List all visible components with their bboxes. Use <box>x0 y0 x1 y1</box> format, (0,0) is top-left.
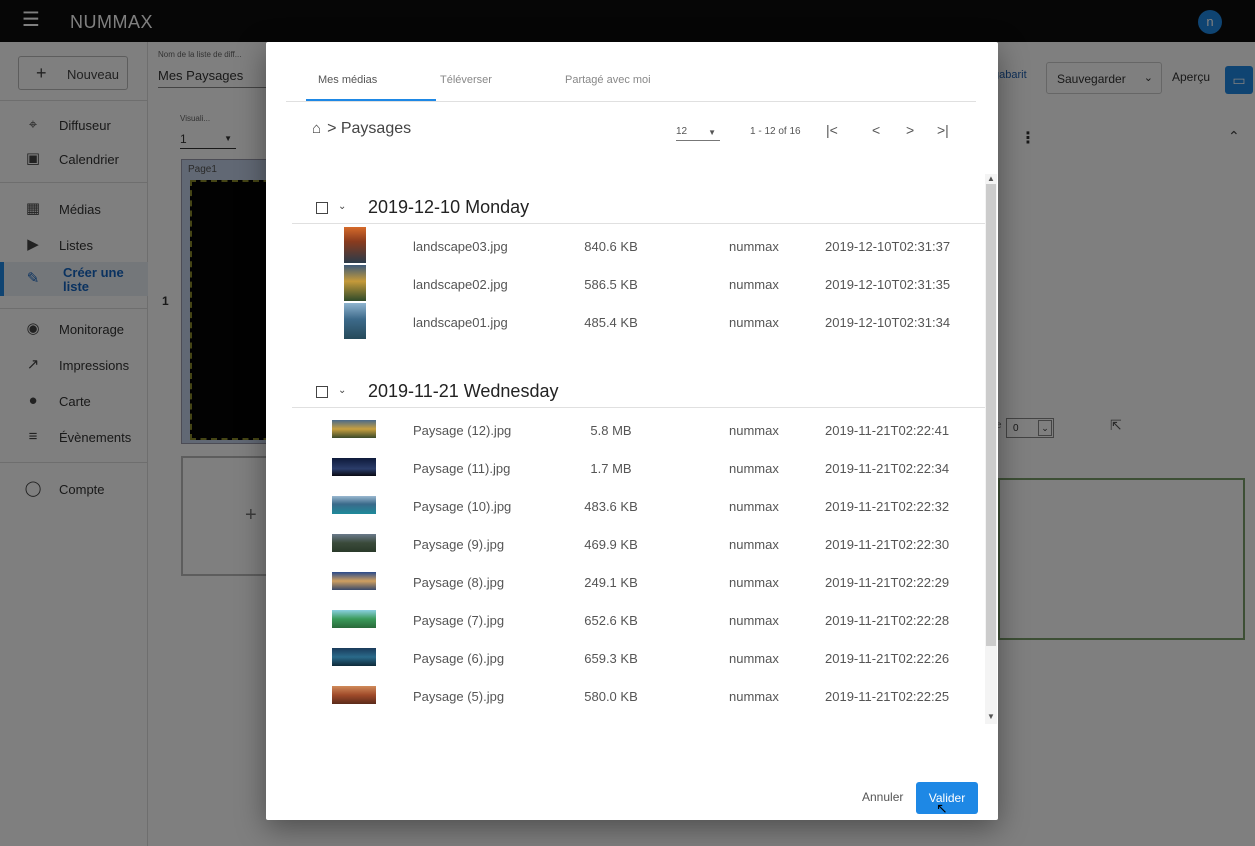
file-name: Paysage (8).jpg <box>413 575 505 590</box>
chevron-down-icon[interactable]: ⌄ <box>338 201 346 212</box>
file-size: 483.6 KB <box>584 499 638 514</box>
file-name: Paysage (9).jpg <box>413 537 505 552</box>
file-timestamp: 2019-11-21T02:22:41 <box>825 423 950 438</box>
file-name: landscape01.jpg <box>413 315 508 330</box>
file-name: landscape03.jpg <box>413 239 508 254</box>
thumbnail-image <box>332 458 376 476</box>
file-name: Paysage (7).jpg <box>413 613 505 628</box>
tab-bar: Mes médias Téléverser Partagé avec moi <box>286 42 976 102</box>
table-row[interactable]: Paysage (10).jpg 483.6 KB nummax 2019-11… <box>292 486 985 524</box>
per-page-select[interactable]: 12 ▼ <box>676 126 720 141</box>
mouse-cursor-icon: ↖ <box>936 800 948 816</box>
last-page-icon[interactable]: >| <box>937 122 949 138</box>
file-owner: nummax <box>729 277 779 292</box>
file-size: 469.9 KB <box>584 537 638 552</box>
file-owner: nummax <box>729 315 779 330</box>
home-icon[interactable]: ⌂ <box>312 120 321 137</box>
file-name: Paysage (5).jpg <box>413 689 505 704</box>
breadcrumb-separator: > <box>327 120 341 137</box>
table-row[interactable]: Paysage (12).jpg 5.8 MB nummax 2019-11-2… <box>292 410 985 448</box>
per-page-value: 12 <box>676 126 688 137</box>
file-owner: nummax <box>729 499 779 514</box>
file-timestamp: 2019-11-21T02:22:29 <box>825 575 950 590</box>
table-row[interactable]: Paysage (8).jpg 249.1 KB nummax 2019-11-… <box>292 562 985 600</box>
table-row[interactable]: landscape01.jpg 485.4 KB nummax 2019-12-… <box>292 302 985 340</box>
group-header: ⌄ 2019-11-21 Wednesday <box>292 368 985 408</box>
breadcrumb-folder[interactable]: Paysages <box>341 120 411 137</box>
tab-partage[interactable]: Partagé avec moi <box>565 74 651 86</box>
file-name: Paysage (12).jpg <box>413 423 512 438</box>
file-timestamp: 2019-12-10T02:31:35 <box>825 277 951 292</box>
scrollbar[interactable]: ▲ ▼ <box>985 174 997 724</box>
scroll-up-icon[interactable]: ▲ <box>987 174 995 183</box>
table-row[interactable]: landscape02.jpg 586.5 KB nummax 2019-12-… <box>292 264 985 302</box>
table-row[interactable]: Paysage (7).jpg 652.6 KB nummax 2019-11-… <box>292 600 985 638</box>
tab-televerser[interactable]: Téléverser <box>440 74 492 86</box>
tab-indicator <box>306 99 436 101</box>
prev-page-icon[interactable]: < <box>872 122 880 138</box>
file-owner: nummax <box>729 613 779 628</box>
thumbnail-image <box>344 265 366 301</box>
thumbnail-image <box>332 648 376 666</box>
thumbnail-image <box>332 496 376 514</box>
file-timestamp: 2019-11-21T02:22:26 <box>825 651 950 666</box>
table-row[interactable]: Paysage (11).jpg 1.7 MB nummax 2019-11-2… <box>292 448 985 486</box>
tab-mes-medias[interactable]: Mes médias <box>318 74 377 86</box>
file-owner: nummax <box>729 423 779 438</box>
file-size: 659.3 KB <box>584 651 638 666</box>
file-timestamp: 2019-11-21T02:22:32 <box>825 499 950 514</box>
file-owner: nummax <box>729 689 779 704</box>
file-timestamp: 2019-11-21T02:22:34 <box>825 461 950 476</box>
file-timestamp: 2019-11-21T02:22:25 <box>825 689 950 704</box>
scroll-down-icon[interactable]: ▼ <box>987 712 995 721</box>
breadcrumb: ⌂ > Paysages <box>312 120 411 138</box>
file-owner: nummax <box>729 537 779 552</box>
file-size: 840.6 KB <box>584 239 638 254</box>
thumbnail-image <box>332 534 376 552</box>
file-size: 652.6 KB <box>584 613 638 628</box>
file-timestamp: 2019-11-21T02:22:30 <box>825 537 950 552</box>
group-date: 2019-11-21 Wednesday <box>368 381 559 401</box>
caret-down-icon: ▼ <box>708 128 716 137</box>
file-name: Paysage (11).jpg <box>413 461 511 476</box>
file-timestamp: 2019-12-10T02:31:34 <box>825 315 951 330</box>
file-name: Paysage (6).jpg <box>413 651 505 666</box>
media-list[interactable]: ⌄ 2019-12-10 Monday landscape03.jpg 840.… <box>292 172 998 722</box>
file-owner: nummax <box>729 461 779 476</box>
file-name: Paysage (10).jpg <box>413 499 512 514</box>
file-size: 586.5 KB <box>584 277 638 292</box>
thumbnail-image <box>344 303 366 339</box>
table-row[interactable]: Paysage (6).jpg 659.3 KB nummax 2019-11-… <box>292 638 985 676</box>
file-name: landscape02.jpg <box>413 277 508 292</box>
group-checkbox[interactable] <box>316 386 328 398</box>
next-page-icon[interactable]: > <box>906 122 914 138</box>
page-range: 1 - 12 of 16 <box>750 126 801 137</box>
media-picker-dialog: Mes médias Téléverser Partagé avec moi ⌂… <box>266 42 998 820</box>
thumbnail-image <box>332 420 376 438</box>
thumbnail-image <box>344 227 366 263</box>
table-row[interactable]: landscape03.jpg 840.6 KB nummax 2019-12-… <box>292 226 985 264</box>
group-header: ⌄ 2019-12-10 Monday <box>292 184 985 224</box>
group-date: 2019-12-10 Monday <box>368 197 530 217</box>
chevron-down-icon[interactable]: ⌄ <box>338 385 346 396</box>
thumbnail-image <box>332 686 376 704</box>
file-size: 485.4 KB <box>584 315 638 330</box>
file-size: 1.7 MB <box>590 461 632 476</box>
file-size: 249.1 KB <box>584 575 638 590</box>
file-owner: nummax <box>729 575 779 590</box>
scrollbar-thumb[interactable] <box>986 184 996 646</box>
first-page-icon[interactable]: |< <box>826 122 838 138</box>
thumbnail-image <box>332 610 376 628</box>
file-size: 580.0 KB <box>584 689 638 704</box>
table-row[interactable]: Paysage (5).jpg 580.0 KB nummax 2019-11-… <box>292 676 985 714</box>
file-owner: nummax <box>729 239 779 254</box>
file-owner: nummax <box>729 651 779 666</box>
file-timestamp: 2019-12-10T02:31:37 <box>825 239 951 254</box>
file-timestamp: 2019-11-21T02:22:28 <box>825 613 950 628</box>
table-row[interactable]: Paysage (9).jpg 469.9 KB nummax 2019-11-… <box>292 524 985 562</box>
thumbnail-image <box>332 572 376 590</box>
cancel-button[interactable]: Annuler <box>862 790 903 804</box>
file-size: 5.8 MB <box>590 423 632 438</box>
group-checkbox[interactable] <box>316 202 328 214</box>
